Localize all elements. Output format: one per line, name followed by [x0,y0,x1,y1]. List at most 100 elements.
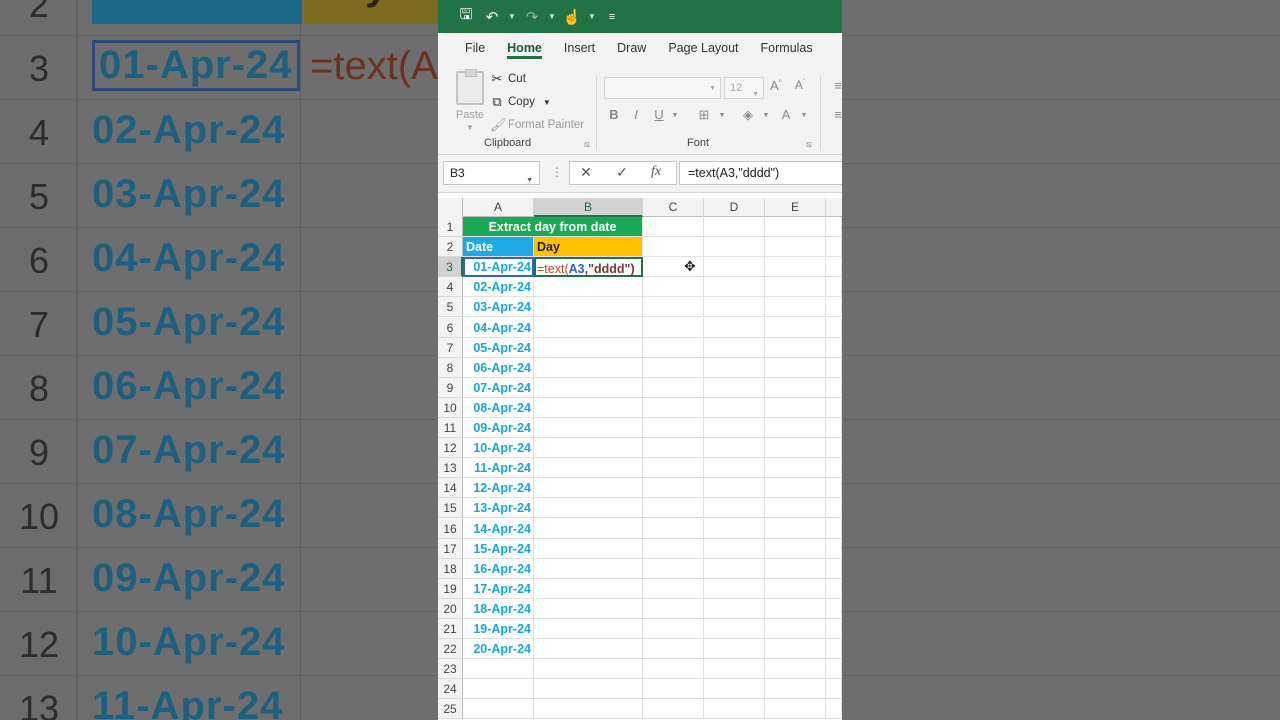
column-header-d[interactable]: D [704,198,765,217]
cell[interactable] [643,518,704,539]
align-icon[interactable]: ≡ [830,78,842,93]
header-cell-date[interactable]: Date [463,237,534,258]
increase-font-icon[interactable]: A^ [768,78,784,93]
date-cell[interactable]: 09-Apr-24 [463,418,534,439]
cell[interactable] [534,538,643,559]
font-launcher-icon[interactable]: ⧅ [806,139,812,150]
cancel-icon[interactable]: ✕ [576,164,596,181]
row-header[interactable]: 19 [438,578,463,599]
cell[interactable] [826,217,842,238]
decrease-font-icon[interactable]: Aˇ [792,78,808,92]
cell[interactable] [704,478,765,499]
cell[interactable] [643,418,704,439]
cell[interactable] [765,237,826,258]
cell[interactable] [704,297,765,318]
cell[interactable] [765,217,826,238]
cell[interactable] [826,558,842,579]
cell[interactable] [704,518,765,539]
save-icon[interactable]: 🖫 [456,4,476,29]
cell[interactable] [643,397,704,418]
date-cell[interactable]: 10-Apr-24 [463,438,534,459]
cell[interactable] [826,578,842,599]
cell[interactable] [534,418,643,439]
cell[interactable] [826,538,842,559]
cell[interactable] [704,578,765,599]
row-header[interactable]: 5 [438,297,463,318]
cell[interactable] [765,498,826,519]
cell[interactable] [643,377,704,398]
borders-dropdown-icon[interactable]: ▼ [714,112,730,119]
cell[interactable] [643,297,704,318]
cell[interactable] [826,498,842,519]
cell[interactable] [765,699,826,720]
cell[interactable] [643,558,704,579]
cell[interactable] [704,217,765,238]
date-cell[interactable]: 11-Apr-24 [463,458,534,479]
date-cell[interactable]: 04-Apr-24 [463,317,534,338]
row-header[interactable]: 21 [438,619,463,640]
cell[interactable] [765,619,826,640]
cell[interactable] [765,277,826,298]
cell[interactable] [704,237,765,258]
row-header[interactable]: 2 [438,237,463,258]
date-cell[interactable]: 05-Apr-24 [463,337,534,358]
cell[interactable] [826,438,842,459]
touch-mode-icon[interactable]: ☝ [562,8,582,26]
date-cell[interactable]: 06-Apr-24 [463,357,534,378]
cell[interactable] [534,357,643,378]
cell[interactable] [643,659,704,680]
row-header[interactable]: 14 [438,478,463,499]
cell[interactable] [826,699,842,720]
date-cell[interactable]: 07-Apr-24 [463,377,534,398]
cell[interactable] [826,478,842,499]
cell[interactable] [765,257,826,278]
title-cell[interactable]: Extract day from date [463,217,643,238]
cell[interactable] [643,578,704,599]
row-header[interactable]: 17 [438,538,463,559]
formula-input[interactable]: =text(A3,"dddd") [679,161,842,185]
row-header[interactable]: 8 [438,357,463,378]
tab-formulas[interactable]: Formulas [750,33,824,63]
redo-dropdown-icon[interactable]: ▼ [548,12,556,21]
cell[interactable] [765,538,826,559]
cell[interactable] [643,619,704,640]
cell[interactable] [765,337,826,358]
cell[interactable] [826,458,842,479]
cut-button[interactable]: ✂ Cut [490,71,526,87]
formula-bar-grip-icon[interactable]: ⋮ [551,165,563,179]
cell[interactable] [765,518,826,539]
cell[interactable] [826,337,842,358]
cell[interactable] [826,639,842,660]
row-header[interactable]: 11 [438,418,463,439]
cell[interactable] [704,558,765,579]
cell[interactable] [643,538,704,559]
cell[interactable] [826,377,842,398]
cell[interactable] [534,518,643,539]
row-header[interactable]: 7 [438,337,463,358]
cell[interactable] [643,357,704,378]
cell[interactable] [704,699,765,720]
cell[interactable] [643,217,704,238]
date-cell[interactable]: 12-Apr-24 [463,478,534,499]
row-header[interactable]: 25 [438,699,463,720]
date-cell[interactable]: 03-Apr-24 [463,297,534,318]
insert-function-icon[interactable]: fx [646,164,666,180]
cell[interactable] [826,619,842,640]
column-header-b[interactable]: B [534,198,643,217]
date-cell[interactable] [463,679,534,700]
cell[interactable] [765,558,826,579]
date-cell[interactable]: 15-Apr-24 [463,538,534,559]
cell[interactable] [643,639,704,660]
cell[interactable] [704,679,765,700]
cell[interactable] [534,619,643,640]
row-header[interactable]: 13 [438,458,463,479]
cell[interactable] [765,297,826,318]
cell[interactable] [643,438,704,459]
customize-icon[interactable]: ≡ [602,11,622,23]
cell[interactable] [704,377,765,398]
cell[interactable] [704,317,765,338]
cell[interactable] [704,337,765,358]
cell[interactable] [704,277,765,298]
date-cell[interactable] [463,659,534,680]
cell[interactable] [765,357,826,378]
